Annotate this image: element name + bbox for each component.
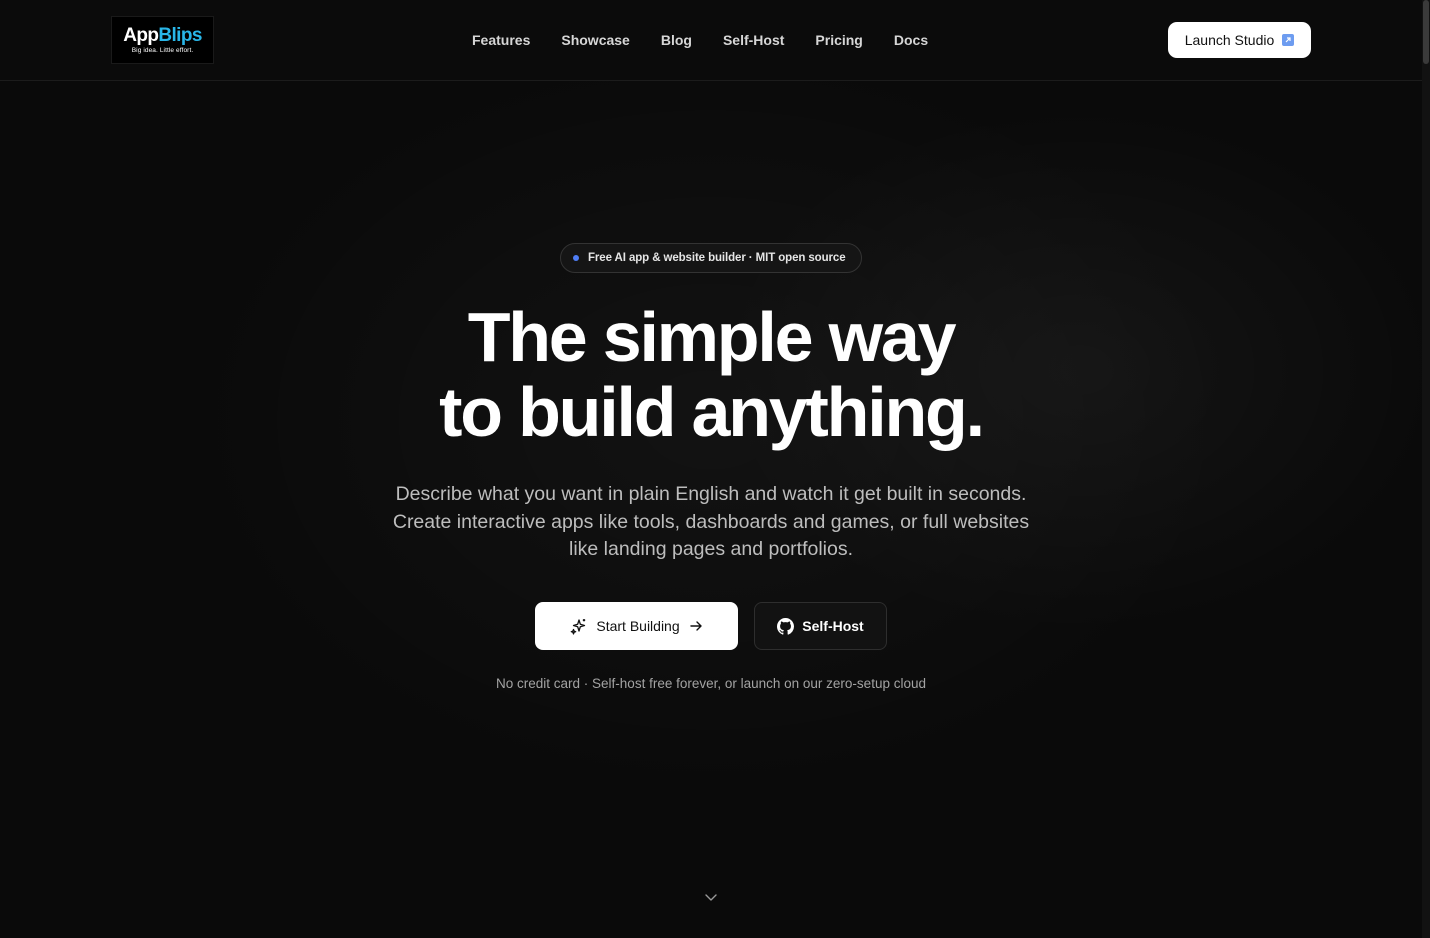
self-host-label: Self-Host bbox=[802, 618, 864, 634]
scrollbar-thumb[interactable] bbox=[1423, 0, 1429, 64]
hero-footnote: No credit card · Self-host free forever,… bbox=[496, 676, 926, 691]
nav-link-self-host[interactable]: Self-Host bbox=[723, 31, 784, 49]
launch-studio-button[interactable]: Launch Studio bbox=[1168, 22, 1311, 58]
nav-link-showcase[interactable]: Showcase bbox=[561, 31, 629, 49]
logo-word-blips: Blips bbox=[158, 25, 202, 46]
vertical-scrollbar[interactable] bbox=[1422, 0, 1430, 938]
site-header: AppBlips Big idea. Little effort. Featur… bbox=[0, 0, 1422, 81]
github-icon bbox=[777, 617, 795, 635]
logo-word-app: App bbox=[123, 25, 159, 46]
page: AppBlips Big idea. Little effort. Featur… bbox=[0, 0, 1422, 938]
logo[interactable]: AppBlips Big idea. Little effort. bbox=[111, 16, 214, 64]
chevron-down-icon[interactable] bbox=[704, 890, 718, 904]
logo-wordmark: AppBlips bbox=[123, 26, 202, 46]
subtitle-line-1: Describe what you want in plain English … bbox=[395, 483, 1027, 505]
hero-subtitle: Describe what you want in plain English … bbox=[361, 481, 1061, 564]
headline-line-2: to build anything. bbox=[439, 373, 985, 451]
arrow-right-icon bbox=[689, 619, 703, 633]
badge-text: Free AI app & website builder · MIT open… bbox=[588, 252, 846, 264]
subtitle-line-2: Create interactive apps like tools, dash… bbox=[392, 510, 1030, 533]
sparkles-icon bbox=[570, 618, 587, 635]
headline-line-1: The simple way bbox=[467, 298, 957, 376]
nav-link-docs[interactable]: Docs bbox=[894, 31, 928, 49]
nav-link-pricing[interactable]: Pricing bbox=[815, 31, 862, 49]
hero-headline: The simple way to build anything. bbox=[0, 300, 1422, 450]
logo-tagline: Big idea. Little effort. bbox=[131, 47, 194, 54]
subtitle-line-3: like landing pages and portfolios. bbox=[568, 538, 854, 560]
nav-link-features[interactable]: Features bbox=[472, 31, 530, 49]
launch-studio-label: Launch Studio bbox=[1184, 32, 1275, 48]
start-building-label: Start Building bbox=[596, 618, 680, 634]
badge-dot bbox=[573, 255, 579, 261]
external-link-icon bbox=[1282, 34, 1295, 46]
main-nav: Features Showcase Blog Self-Host Pricing… bbox=[472, 31, 928, 49]
nav-link-blog[interactable]: Blog bbox=[661, 31, 692, 49]
announcement-badge: Free AI app & website builder · MIT open… bbox=[560, 243, 862, 273]
start-building-button[interactable]: Start Building bbox=[535, 602, 738, 650]
self-host-button[interactable]: Self-Host bbox=[754, 602, 887, 650]
